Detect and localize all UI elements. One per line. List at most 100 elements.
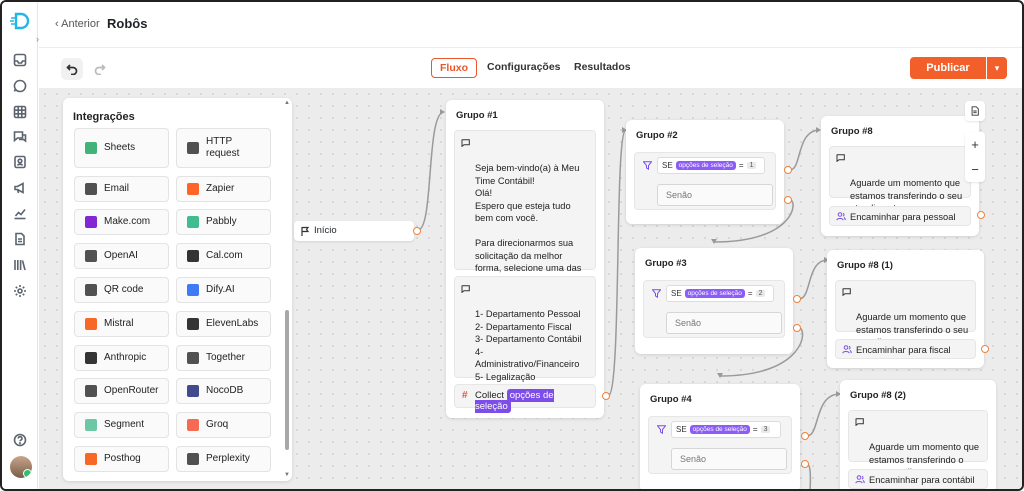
redo-icon <box>94 64 106 75</box>
group-1-output-port[interactable] <box>602 392 610 400</box>
condition-block[interactable]: SE opções de seleção = 3 Senão <box>648 416 792 474</box>
tab-resultados[interactable]: Resultados <box>566 58 639 78</box>
app-logo[interactable] <box>10 12 30 30</box>
message-icon <box>842 288 851 296</box>
else-port[interactable] <box>784 196 792 204</box>
integration-perplexity[interactable]: Perplexity <box>176 446 271 472</box>
library-icon[interactable] <box>13 258 27 272</box>
grid-icon[interactable] <box>13 105 27 119</box>
integration-anthropic[interactable]: Anthropic <box>74 345 169 371</box>
integration-pabbly[interactable]: Pabbly <box>176 209 271 235</box>
settings-icon[interactable] <box>13 284 27 298</box>
panel-scrollbar[interactable]: ▲ ▼ <box>284 100 290 478</box>
document-icon[interactable] <box>13 232 27 246</box>
integration-email[interactable]: Email <box>74 176 169 202</box>
welcome-message-text: Seja bem-vindo(a) à Meu Time Contábil! O… <box>475 163 582 286</box>
condition-variable: opções de seleção <box>675 161 736 170</box>
route-action[interactable]: Encaminhar para contábil <box>848 469 988 489</box>
start-node[interactable]: Início <box>294 221 414 241</box>
start-label: Início <box>314 225 337 236</box>
else-branch[interactable]: Senão <box>666 312 782 334</box>
group-2-node[interactable]: Grupo #2 SE opções de seleção = 1 Senão <box>626 120 784 224</box>
condition-value: 2 <box>755 290 766 297</box>
group-8-2-node[interactable]: Grupo #8 (2) Aguarde um momento que esta… <box>840 380 996 489</box>
group-3-node[interactable]: Grupo #3 SE opções de seleção = 2 Senão <box>635 248 793 354</box>
welcome-message-block[interactable]: Seja bem-vindo(a) à Meu Time Contábil! O… <box>454 130 596 286</box>
integration-groq[interactable]: Groq <box>176 412 271 438</box>
integration-sheets[interactable]: Sheets <box>74 128 169 168</box>
else-branch[interactable]: Senão <box>657 184 773 206</box>
integration-posthog[interactable]: Posthog <box>74 446 169 472</box>
group-8-node[interactable]: Grupo #8 Aguarde um momento que estamos … <box>821 116 979 236</box>
condition-row[interactable]: SE opções de seleção = 1 <box>657 157 765 174</box>
scroll-down-icon[interactable]: ▼ <box>284 472 290 478</box>
integration-cal[interactable]: Cal.com <box>176 243 271 269</box>
else-port[interactable] <box>801 460 809 468</box>
wait-message-block[interactable]: Aguarde um momento que estamos transferi… <box>835 280 976 347</box>
redo-button[interactable] <box>89 58 111 80</box>
group-8-1-node[interactable]: Grupo #8 (1) Aguarde um momento que esta… <box>827 250 984 368</box>
integration-label: Email <box>104 183 130 194</box>
condition-port[interactable] <box>793 295 801 303</box>
integration-lightning[interactable]: HTTP request <box>176 128 271 168</box>
condition-row[interactable]: SE opções de seleção = 3 <box>671 421 781 438</box>
condition-block[interactable]: SE opções de seleção = 1 Senão <box>634 152 776 210</box>
condition-port[interactable] <box>784 166 792 174</box>
wait-message-block[interactable]: Aguarde um momento que estamos transferi… <box>848 410 988 477</box>
group-4-node[interactable]: Grupo #4 SE opções de seleção = 3 Senão <box>640 384 800 489</box>
document-button[interactable] <box>965 101 985 121</box>
se-label: SE <box>662 161 673 170</box>
message-icon <box>836 154 845 162</box>
route-action[interactable]: Encaminhar para pessoal <box>829 206 971 226</box>
undo-button[interactable] <box>61 58 83 80</box>
megaphone-icon[interactable] <box>13 181 27 195</box>
messages-icon[interactable] <box>13 130 27 144</box>
integration-label: OpenAI <box>104 250 138 261</box>
integration-openai[interactable]: OpenAI <box>74 243 169 269</box>
integration-together[interactable]: Together <box>176 345 271 371</box>
avatar[interactable] <box>10 456 32 478</box>
publish-button[interactable]: Publicar <box>910 57 986 79</box>
integration-dify[interactable]: Dify.AI <box>176 277 271 303</box>
zoom-out-button[interactable]: − <box>965 157 985 182</box>
people-icon <box>842 345 852 354</box>
route-output-port[interactable] <box>977 211 985 219</box>
options-message-block[interactable]: 1- Departamento Pessoal 2- Departamento … <box>454 276 596 394</box>
contact-icon[interactable] <box>13 155 27 169</box>
integration-openrouter[interactable]: OpenRouter <box>74 378 169 404</box>
integration-label: Make.com <box>104 216 151 227</box>
chevron-down-icon[interactable]: ▾ <box>987 57 1007 79</box>
chart-icon[interactable] <box>13 206 27 220</box>
chat-icon[interactable] <box>13 79 27 93</box>
integration-segment[interactable]: Segment <box>74 412 169 438</box>
scroll-thumb[interactable] <box>285 310 289 450</box>
integration-make[interactable]: Make.com <box>74 209 169 235</box>
integration-label: Together <box>206 352 245 363</box>
start-output-port[interactable] <box>413 227 421 235</box>
condition-port[interactable] <box>801 432 809 440</box>
integration-zapier[interactable]: Zapier <box>176 176 271 202</box>
else-branch[interactable]: Senão <box>671 448 787 470</box>
zoom-in-button[interactable]: + <box>965 132 985 157</box>
integration-elevenlabs[interactable]: ElevenLabs <box>176 311 271 337</box>
help-icon[interactable] <box>13 433 27 447</box>
integration-nocodb[interactable]: NocoDB <box>176 378 271 404</box>
condition-block[interactable]: SE opções de seleção = 2 Senão <box>643 280 785 338</box>
integration-mistral[interactable]: Mistral <box>74 311 169 337</box>
route-action[interactable]: Encaminhar para fiscal <box>835 339 976 359</box>
tab-fluxo[interactable]: Fluxo <box>431 58 477 78</box>
group-title: Grupo #8 (2) <box>850 390 906 401</box>
group-1-node[interactable]: Grupo #1 Seja bem-vindo(a) à Meu Time Co… <box>446 100 604 418</box>
mistral-icon <box>85 318 97 330</box>
collect-block[interactable]: # Collect opções de seleção <box>454 384 596 413</box>
else-port[interactable] <box>793 324 801 332</box>
inbox-icon[interactable] <box>13 53 27 67</box>
condition-row[interactable]: SE opções de seleção = 2 <box>666 285 774 302</box>
group-title: Grupo #2 <box>636 130 678 141</box>
tab-configuracoes[interactable]: Configurações <box>479 58 569 78</box>
integration-qr[interactable]: QR code <box>74 277 169 303</box>
scroll-up-icon[interactable]: ▲ <box>284 100 290 106</box>
back-link[interactable]: ‹ Anterior <box>55 18 100 30</box>
route-output-port[interactable] <box>981 345 989 353</box>
wait-message-block[interactable]: Aguarde um momento que estamos transferi… <box>829 146 971 213</box>
